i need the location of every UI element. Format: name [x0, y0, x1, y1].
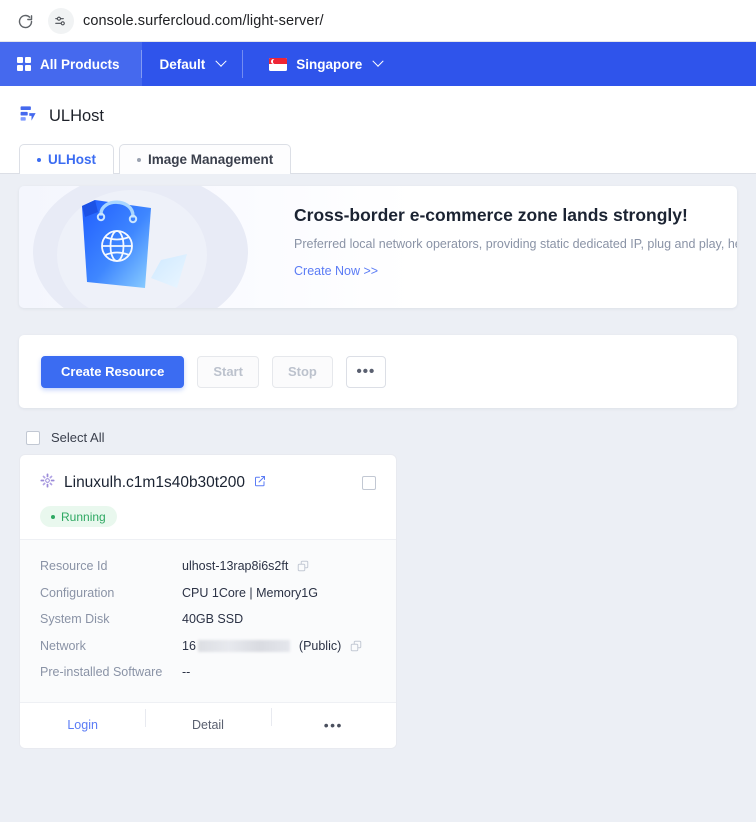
- resource-card-actions: Login Detail •••: [20, 701, 396, 748]
- select-all-row[interactable]: Select All: [19, 408, 737, 450]
- chevron-down-icon: [372, 55, 384, 67]
- gear-icon: [40, 473, 55, 493]
- select-all-checkbox[interactable]: [26, 430, 40, 445]
- detail-row-resource-id: Resource Id ulhost-13rap8i6s2ft: [40, 553, 376, 580]
- page-content: Cross-border e-commerce zone lands stron…: [0, 174, 756, 822]
- tab-dot-icon: [37, 157, 41, 162]
- detail-key: Configuration: [40, 585, 115, 600]
- ulhost-server-icon: [19, 104, 38, 128]
- site-settings-icon[interactable]: [48, 8, 74, 34]
- page-title: ULHost: [49, 106, 105, 125]
- all-products-button[interactable]: All Products: [0, 42, 142, 86]
- redacted-ip: [197, 639, 290, 652]
- reload-button[interactable]: [10, 6, 40, 36]
- region-selector[interactable]: Singapore: [243, 42, 400, 86]
- resource-checkbox[interactable]: [362, 476, 376, 490]
- start-button[interactable]: Start: [197, 355, 259, 388]
- top-navigation-bar: All Products Default Singapore: [0, 42, 756, 86]
- singapore-flag-icon: [269, 57, 288, 71]
- detail-key: System Disk: [40, 612, 110, 627]
- banner-subtitle: Preferred local network operators, provi…: [294, 237, 737, 251]
- select-all-label: Select All: [51, 430, 105, 445]
- resource-toolbar: Create Resource Start Stop •••: [19, 335, 737, 408]
- network-type-label: (Public): [298, 638, 342, 653]
- status-dot-icon: [51, 514, 55, 519]
- promo-banner[interactable]: Cross-border e-commerce zone lands stron…: [19, 186, 737, 308]
- detail-row-system-disk: System Disk 40GB SSD: [40, 606, 376, 633]
- edit-icon[interactable]: [254, 474, 266, 492]
- detail-value: --: [182, 665, 191, 680]
- tab-ulhost[interactable]: ULHost: [19, 144, 114, 174]
- detail-key: Pre-installed Software: [40, 665, 163, 680]
- resource-details: Resource Id ulhost-13rap8i6s2ft Configur…: [20, 539, 396, 702]
- detail-key: Network: [40, 638, 86, 653]
- detail-button[interactable]: Detail: [145, 709, 270, 732]
- more-actions-button[interactable]: •••: [345, 355, 386, 388]
- tab-ulhost-label: ULHost: [48, 152, 96, 167]
- detail-row-network: Network 16 (Public): [40, 633, 376, 660]
- tab-image-management-label: Image Management: [148, 152, 274, 167]
- detail-value: 16: [182, 638, 196, 653]
- login-button[interactable]: Login: [20, 718, 145, 732]
- detail-value: ulhost-13rap8i6s2ft: [182, 559, 289, 574]
- card-more-button[interactable]: •••: [270, 708, 396, 733]
- reload-icon: [17, 13, 34, 30]
- chevron-down-icon: [215, 55, 227, 67]
- all-products-label: All Products: [40, 56, 120, 72]
- resource-card-header: Linuxulh.c1m1s40b30t200 Running: [20, 455, 396, 539]
- copy-icon[interactable]: [350, 640, 362, 652]
- detail-value: CPU 1Core | Memory1G: [182, 585, 318, 600]
- detail-row-configuration: Configuration CPU 1Core | Memory1G: [40, 580, 376, 607]
- project-label: Default: [159, 56, 206, 72]
- page-title-row: ULHost: [0, 102, 756, 130]
- browser-toolbar: console.surfercloud.com/light-server/: [0, 0, 756, 42]
- grid-icon: [17, 57, 31, 71]
- create-now-link[interactable]: Create Now >>: [294, 264, 378, 278]
- resource-card: Linuxulh.c1m1s40b30t200 Running Resource…: [19, 454, 397, 749]
- page-header: ULHost ULHost Image Management: [0, 86, 756, 174]
- banner-illustration: [19, 186, 294, 308]
- detail-value: 40GB SSD: [182, 612, 244, 627]
- tab-image-management[interactable]: Image Management: [119, 144, 292, 174]
- project-selector[interactable]: Default: [142, 42, 244, 86]
- copy-icon[interactable]: [297, 560, 309, 572]
- detail-row-preinstalled-software: Pre-installed Software --: [40, 659, 376, 686]
- url-text: console.surfercloud.com/light-server/: [83, 13, 324, 29]
- detail-key: Resource Id: [40, 559, 108, 574]
- region-label: Singapore: [296, 56, 363, 72]
- resource-name: Linuxulh.c1m1s40b30t200: [64, 474, 245, 491]
- status-label: Running: [61, 509, 106, 524]
- banner-text: Cross-border e-commerce zone lands stron…: [294, 186, 737, 308]
- tab-bar: ULHost Image Management: [0, 144, 756, 174]
- tab-dot-icon: [137, 157, 141, 162]
- address-bar[interactable]: console.surfercloud.com/light-server/: [48, 6, 746, 36]
- banner-title: Cross-border e-commerce zone lands stron…: [294, 205, 688, 225]
- status-badge: Running: [40, 506, 117, 527]
- create-resource-button[interactable]: Create Resource: [41, 355, 185, 388]
- stop-button[interactable]: Stop: [271, 355, 333, 388]
